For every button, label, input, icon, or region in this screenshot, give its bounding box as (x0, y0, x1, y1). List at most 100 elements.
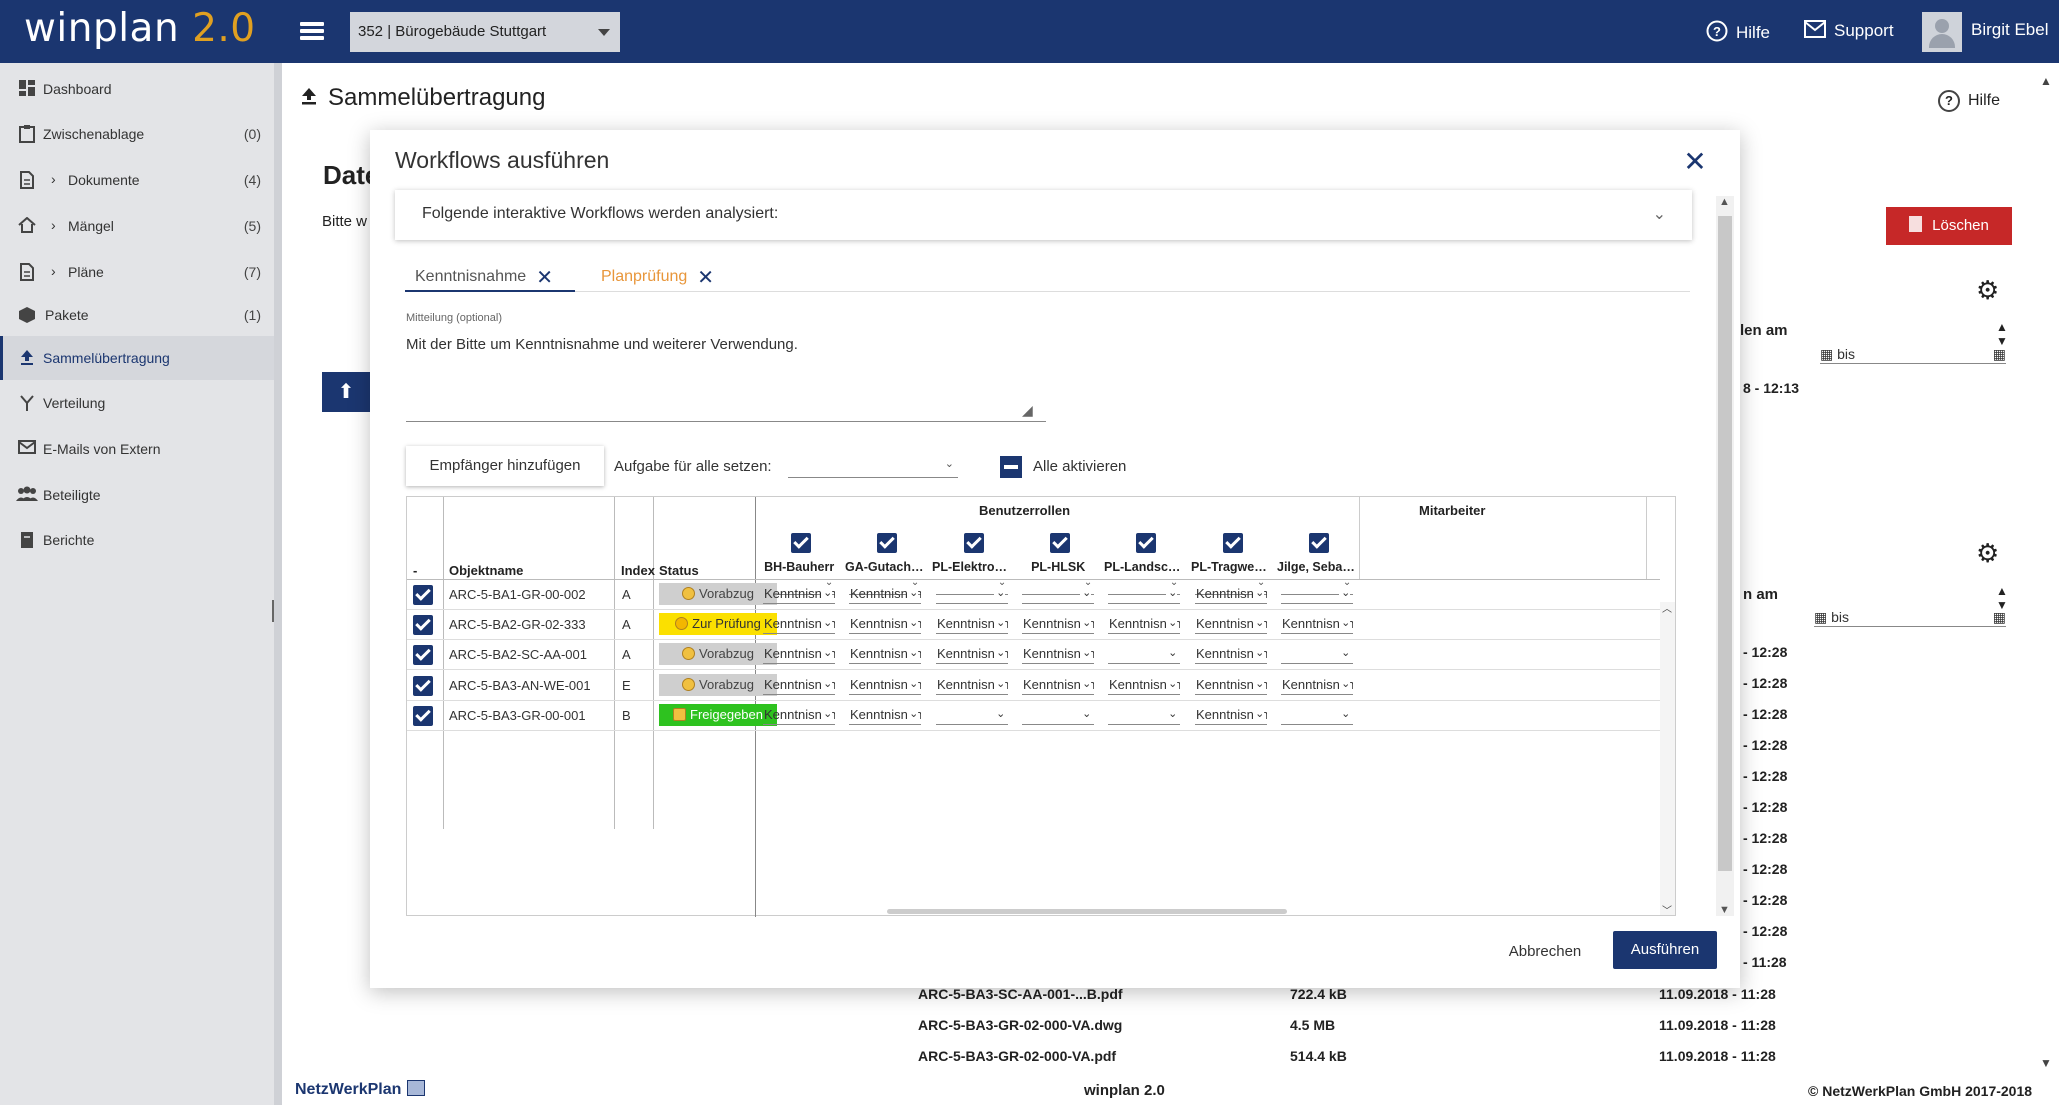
task-select[interactable]: Kenntnisnah ⌄ (1022, 675, 1095, 695)
support-link[interactable]: Support (1804, 20, 1894, 43)
row-checkbox[interactable] (413, 645, 433, 665)
gear-icon[interactable]: ⚙ (1976, 538, 1999, 569)
task-select[interactable]: Kenntnisnah ⌄ (763, 584, 836, 604)
sidebar-item-dokumente[interactable]: › Dokumente (4) (0, 158, 274, 202)
dialog-scrollbar[interactable]: ▲ ▼ (1716, 196, 1734, 916)
user-name[interactable]: Birgit Ebel (1971, 20, 2048, 40)
file-name[interactable]: ARC-5-BA3-SC-AA-001-...B.pdf (918, 986, 1123, 1002)
upload-button[interactable]: ⬆ (322, 372, 370, 412)
task-all-select[interactable]: ⌄ (788, 452, 958, 478)
close-icon[interactable]: ✕ (697, 265, 714, 290)
sort-icon[interactable]: ▲ ▼ (1996, 320, 2008, 348)
task-select[interactable]: Kenntnisnah ⌄ (763, 644, 836, 664)
row-checkbox[interactable] (413, 676, 433, 696)
sidebar-item-sammeluebertragung[interactable]: Sammelübertragung (0, 336, 274, 380)
task-select[interactable]: ⌄ (1281, 644, 1354, 664)
close-icon[interactable]: ✕ (1681, 148, 1709, 176)
date-filter[interactable]: ▦ bis ▦ (1814, 609, 2006, 627)
message-textarea[interactable]: Mit der Bitte um Kenntnisnahme und weite… (406, 336, 798, 353)
workflow-accordion[interactable]: Folgende interaktive Workflows werden an… (395, 190, 1692, 240)
close-icon[interactable]: ✕ (536, 265, 553, 290)
add-recipient-button[interactable]: Empfänger hinzufügen (406, 446, 604, 486)
role-checkbox[interactable] (877, 533, 897, 553)
task-select[interactable]: Kenntnisnah ⌄ (763, 705, 836, 725)
gear-icon[interactable]: ⚙ (1976, 275, 1999, 306)
role-checkbox[interactable] (1309, 533, 1329, 553)
task-select[interactable]: ⌄ (1108, 705, 1181, 725)
sidebar-item-maengel[interactable]: › Mängel (5) (0, 204, 274, 248)
scroll-down-arrow[interactable]: ﹀ (1662, 902, 1672, 917)
sidebar-item-zwischenablage[interactable]: Zwischenablage (0) (0, 112, 274, 156)
page-help-link[interactable]: ? Hilfe (1938, 90, 2000, 112)
file-name[interactable]: ARC-5-BA3-GR-02-000-VA.pdf (918, 1048, 1116, 1064)
resize-handle-icon[interactable]: ◢ (1022, 402, 1033, 419)
task-select[interactable]: Kenntnisnah ⌄ (1022, 614, 1095, 634)
task-select[interactable]: Kenntnisnah ⌄ (936, 675, 1009, 695)
col-header-index[interactable]: Index (621, 563, 655, 578)
horizontal-scrollbar[interactable] (887, 909, 1287, 914)
sidebar-item-pakete[interactable]: Pakete (1) (0, 293, 274, 337)
scroll-thumb[interactable] (1718, 216, 1732, 871)
task-select[interactable]: ⌄ (1022, 584, 1095, 604)
table-scrollbar[interactable]: ︿ ﹀ (1660, 602, 1675, 917)
task-select[interactable]: ⌄ (1022, 705, 1095, 725)
task-select[interactable]: Kenntnisnah ⌄ (936, 614, 1009, 634)
role-checkbox[interactable] (1050, 533, 1070, 553)
task-select[interactable]: ⌄ (1281, 705, 1354, 725)
col-header-status[interactable]: Status (659, 563, 699, 578)
task-select[interactable]: Kenntnisnah ⌄ (1108, 614, 1181, 634)
task-select[interactable]: ⌄ (1108, 644, 1181, 664)
sidebar-item-berichte[interactable]: Berichte (0, 518, 274, 562)
scroll-up-arrow[interactable]: ▲ (1719, 196, 1730, 208)
task-select[interactable]: Kenntnisnah ⌄ (849, 705, 922, 725)
task-select[interactable]: Kenntnisnah ⌄ (1195, 644, 1268, 664)
menu-icon[interactable] (300, 22, 324, 42)
sidebar-item-plaene[interactable]: › Pläne (7) (0, 250, 274, 294)
page-scroll-up[interactable]: ▲ (2040, 74, 2052, 88)
run-button[interactable]: Ausführen (1613, 931, 1717, 969)
row-checkbox[interactable] (413, 615, 433, 635)
col-header-objektname[interactable]: Objektname (449, 563, 523, 578)
sidebar-item-beteiligte[interactable]: Beteiligte (0, 473, 274, 517)
sort-icon[interactable]: ▲ ▼ (1996, 584, 2008, 612)
task-select[interactable]: ⌄ (1108, 584, 1181, 604)
sidebar-item-emails-extern[interactable]: E-Mails von Extern (0, 427, 274, 471)
row-checkbox[interactable] (413, 585, 433, 605)
task-select[interactable]: Kenntnisnah ⌄ (1195, 675, 1268, 695)
help-link[interactable]: ? Hilfe (1706, 20, 1770, 47)
task-select[interactable]: Kenntnisnah ⌄ (849, 675, 922, 695)
task-select[interactable]: Kenntnisnah ⌄ (849, 584, 922, 604)
sidebar-item-dashboard[interactable]: Dashboard (0, 67, 274, 111)
task-select[interactable]: Kenntnisnah ⌄ (763, 675, 836, 695)
task-select[interactable]: Kenntnisnah ⌄ (1281, 614, 1354, 634)
role-checkbox[interactable] (791, 533, 811, 553)
delete-button[interactable]: Löschen (1886, 207, 2012, 245)
cancel-button[interactable]: Abbrechen (1495, 934, 1595, 970)
task-select[interactable]: Kenntnisnah ⌄ (1195, 705, 1268, 725)
file-name[interactable]: ARC-5-BA3-GR-02-000-VA.dwg (918, 1017, 1122, 1033)
task-select[interactable]: Kenntnisnah ⌄ (849, 644, 922, 664)
task-select[interactable]: ⌄ (1281, 584, 1354, 604)
task-select[interactable]: Kenntnisnah ⌄ (1281, 675, 1354, 695)
page-scroll-down[interactable]: ▼ (2040, 1056, 2052, 1070)
task-select[interactable]: Kenntnisnah ⌄ (849, 614, 922, 634)
sidebar-item-verteilung[interactable]: Verteilung (0, 381, 274, 425)
project-select[interactable]: 352 | Bürogebäude Stuttgart (350, 12, 620, 52)
role-checkbox[interactable] (964, 533, 984, 553)
task-select[interactable]: ⌄ (936, 705, 1009, 725)
avatar[interactable] (1922, 12, 1962, 52)
task-select[interactable]: Kenntnisnah ⌄ (1108, 675, 1181, 695)
task-select[interactable]: Kenntnisnah ⌄ (936, 644, 1009, 664)
task-select[interactable]: Kenntnisnah ⌄ (1195, 614, 1268, 634)
tab-kenntnisnahme[interactable]: Kenntnisnahme ✕ (405, 260, 575, 292)
app-logo[interactable]: winplan 2.0 (24, 6, 256, 51)
task-select[interactable]: Kenntnisnah ⌄ (763, 614, 836, 634)
activate-all-checkbox[interactable] (1000, 456, 1022, 478)
task-select[interactable]: ⌄ (936, 584, 1009, 604)
row-checkbox[interactable] (413, 706, 433, 726)
role-checkbox[interactable] (1223, 533, 1243, 553)
tab-planpruefung[interactable]: Planprüfung ✕ (601, 260, 714, 292)
date-filter[interactable]: ▦ bis ▦ (1820, 346, 2006, 364)
task-select[interactable]: Kenntnisnah ⌄ (1022, 644, 1095, 664)
role-checkbox[interactable] (1136, 533, 1156, 553)
